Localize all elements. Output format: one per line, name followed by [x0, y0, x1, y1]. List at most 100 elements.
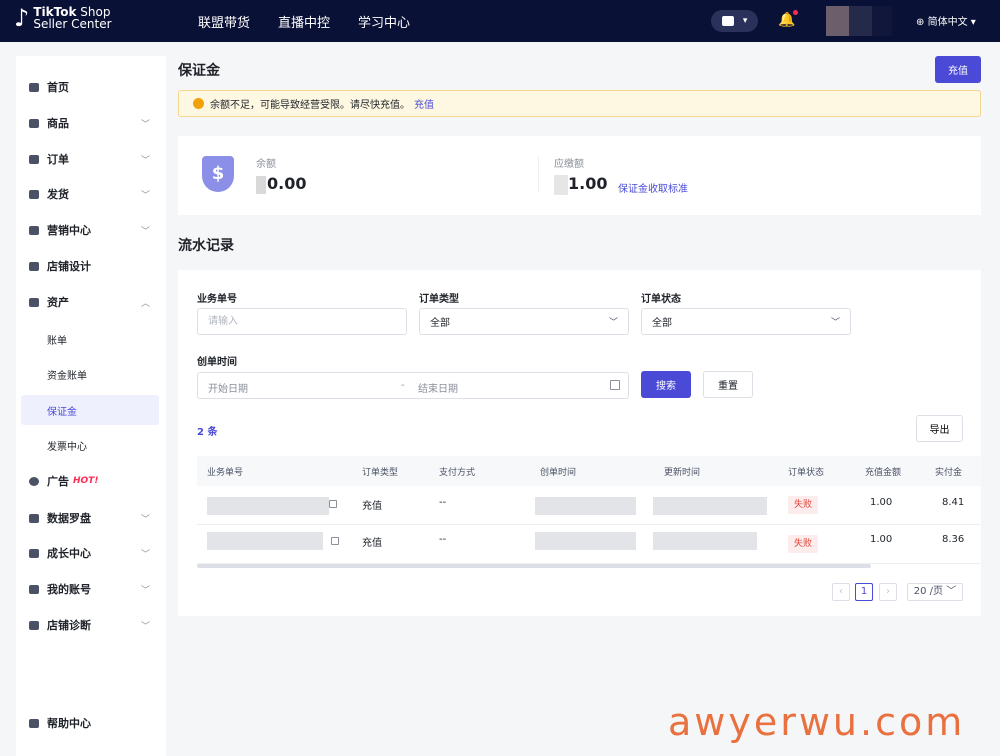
page-title: 保证金 [178, 63, 220, 79]
sidebar-item-label: 我的账号 [47, 583, 91, 596]
due-amount: 1.00 [568, 174, 608, 193]
due-label: 应缴额 [554, 159, 584, 170]
sidebar-item-ads[interactable]: 广告 HOT! [16, 467, 166, 495]
divider [538, 156, 539, 192]
copy-icon[interactable] [331, 537, 339, 545]
order-type-label: 订单类型 [419, 294, 459, 305]
col-status: 订单状态 [788, 468, 825, 478]
cell-payment: -- [439, 534, 447, 545]
sidebar-item-assets[interactable]: 资产 ︿ [16, 288, 166, 316]
cell-order-type: 充值 [362, 501, 382, 512]
page-size-select[interactable]: 20 /页 ﹀ [907, 583, 963, 601]
prev-page-button[interactable]: ‹ [832, 583, 850, 601]
sidebar-sub-deposit[interactable]: 保证金 [21, 395, 159, 425]
sidebar-item-growth[interactable]: 成长中心 ﹀ [16, 539, 166, 567]
notification-dot [793, 10, 799, 15]
order-type-select[interactable]: 全部 ﹀ [419, 308, 629, 335]
sidebar: 首页 商品 ﹀ 订单 ﹀ 发货 ﹀ 营销中心 ﹀ 店铺设计 资产 ︿ 账单 资金账单 保证… [16, 56, 166, 756]
nav-learning-center[interactable]: 学习中心 [358, 12, 410, 31]
chevron-down-icon: ﹀ [140, 549, 150, 560]
sidebar-item-data-compass[interactable]: 数据罗盘 ﹀ [16, 504, 166, 532]
redacted-updated-time [653, 532, 757, 550]
recharge-button[interactable]: 充值 [935, 56, 981, 83]
redacted-order-no [207, 532, 323, 550]
calendar-icon [610, 380, 620, 390]
reset-button[interactable]: 重置 [703, 371, 753, 398]
balance-amount: 0.00 [267, 174, 307, 193]
sidebar-item-shop-diagnosis[interactable]: 店铺诊断 ﹀ [16, 611, 166, 639]
product-icon [29, 118, 39, 128]
sidebar-sub-bills[interactable]: 账单 [21, 324, 159, 354]
export-button[interactable]: 导出 [916, 415, 963, 442]
cell-amount: 1.00 [870, 497, 893, 508]
wallet-icon [29, 297, 39, 307]
chevron-down-icon: ﹀ [140, 621, 150, 632]
page-size-value: 20 /页 [913, 586, 944, 597]
sidebar-item-shop-design[interactable]: 店铺设计 [16, 252, 166, 280]
cell-payment: -- [439, 497, 447, 508]
chevron-up-icon: ︿ [140, 298, 150, 309]
start-date-placeholder[interactable]: 开始日期 [208, 380, 248, 395]
col-created: 创单时间 [540, 468, 577, 478]
megaphone-icon [29, 225, 39, 235]
nav-affiliate[interactable]: 联盟带货 [198, 12, 250, 31]
date-separator: - [401, 380, 405, 391]
next-page-button[interactable]: › [879, 583, 897, 601]
language-selector[interactable]: ⊕ 简体中文 ▾ [916, 13, 976, 28]
sidebar-item-label: 商品 [47, 117, 69, 130]
table-row[interactable]: 充值 -- 失败 1.00 8.41 [197, 486, 981, 525]
bell-icon[interactable]: 🔔 [778, 10, 799, 28]
chevron-down-icon: ﹀ [830, 318, 840, 328]
avatar[interactable] [826, 6, 892, 36]
balance-label: 余额 [256, 159, 276, 170]
chevron-down-icon: ﹀ [140, 585, 150, 596]
chevron-down-icon: ﹀ [946, 586, 957, 597]
order-no-label: 业务单号 [197, 294, 237, 305]
copy-icon[interactable] [329, 500, 337, 508]
ad-icon [29, 476, 39, 486]
records-card: 业务单号 订单类型 全部﹀ 订单状态 全部﹀ 创单时间 开始日期 - 结束日期 … [178, 270, 981, 616]
date-range-picker[interactable]: 开始日期 - 结束日期 [197, 372, 629, 399]
sidebar-item-label: 店铺诊断 [47, 619, 91, 632]
end-date-placeholder[interactable]: 结束日期 [418, 380, 458, 395]
col-amount: 充值金额 [865, 468, 902, 478]
chevron-down-icon: ▾ [742, 16, 748, 26]
horizontal-scrollbar[interactable] [197, 564, 871, 568]
records-table: 业务单号 订单类型 支付方式 创单时间 更新时间 订单状态 充值金额 实付金 充… [197, 456, 981, 570]
sidebar-item-help[interactable]: 帮助中心 [16, 709, 166, 737]
message-button[interactable]: ▾ [711, 10, 758, 32]
deposit-standard-link[interactable]: 保证金收取标准 [618, 180, 688, 195]
table-row[interactable]: 充值 -- 失败 1.00 8.36 [197, 525, 981, 564]
truck-icon [29, 189, 39, 199]
sidebar-sub-fund-bills[interactable]: 资金账单 [21, 359, 159, 389]
due-value: 1.00 [554, 174, 607, 195]
order-status-select[interactable]: 全部 ﹀ [641, 308, 851, 335]
notice-recharge-link[interactable]: 充值 [414, 96, 434, 111]
sidebar-item-orders[interactable]: 订单 ﹀ [16, 145, 166, 173]
sidebar-item-my-account[interactable]: 我的账号 ﹀ [16, 575, 166, 603]
tiktok-shop-logo[interactable]: ♪ TikTok Shop Seller Center [14, 6, 112, 30]
chevron-down-icon: ▾ [970, 17, 976, 28]
chat-icon [721, 16, 734, 26]
warning-notice: 余额不足，可能导致经营受限。请尽快充值。 充值 [178, 90, 981, 117]
order-icon [29, 154, 39, 164]
records-title: 流水记录 [178, 238, 234, 254]
order-status-value: 全部 [652, 318, 672, 329]
sidebar-item-home[interactable]: 首页 [16, 73, 166, 101]
cell-paid: 8.36 [942, 534, 965, 545]
record-count: 2 条 [197, 427, 218, 438]
sidebar-item-label: 发货 [47, 188, 69, 201]
sidebar-item-shipping[interactable]: 发货 ﹀ [16, 180, 166, 208]
sidebar-item-products[interactable]: 商品 ﹀ [16, 109, 166, 137]
sidebar-item-marketing[interactable]: 营销中心 ﹀ [16, 216, 166, 244]
brand-line2: Seller Center [33, 17, 112, 31]
order-no-input[interactable] [197, 308, 407, 335]
watermark-text: awyerwu.com [668, 700, 966, 744]
page-1-button[interactable]: 1 [855, 583, 873, 601]
hot-badge: HOT! [73, 476, 99, 486]
search-button[interactable]: 搜索 [641, 371, 691, 398]
col-order-type: 订单类型 [362, 468, 399, 478]
nav-live-control[interactable]: 直播中控 [278, 12, 330, 31]
sidebar-sub-invoice[interactable]: 发票中心 [21, 430, 159, 460]
sidebar-item-label: 首页 [47, 81, 69, 94]
